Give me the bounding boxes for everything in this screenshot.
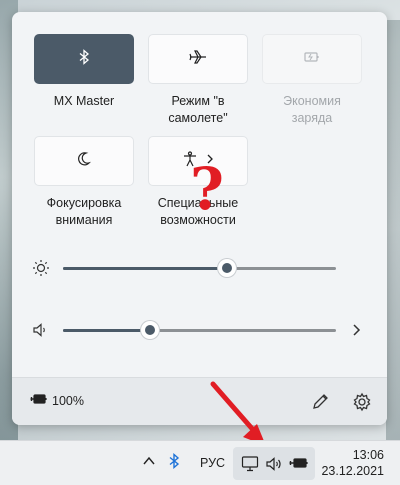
show-hidden-icons-button[interactable] xyxy=(142,454,156,473)
taskbar: РУС 13:06 23.12.2021 xyxy=(0,440,400,485)
language-indicator[interactable]: РУС xyxy=(200,456,225,470)
tray-bluetooth-button[interactable] xyxy=(168,452,180,474)
annotation-arrow xyxy=(210,381,266,446)
clock[interactable]: 13:06 23.12.2021 xyxy=(321,447,384,479)
volume-tray-icon xyxy=(265,455,283,478)
tray-quick-settings-button[interactable] xyxy=(233,447,315,480)
network-icon xyxy=(241,455,259,478)
chevron-up-icon xyxy=(143,456,155,465)
clock-date: 23.12.2021 xyxy=(321,464,384,478)
clock-time: 13:06 xyxy=(352,448,384,462)
battery-tray-icon xyxy=(289,456,309,475)
bluetooth-tray-icon xyxy=(169,452,180,470)
